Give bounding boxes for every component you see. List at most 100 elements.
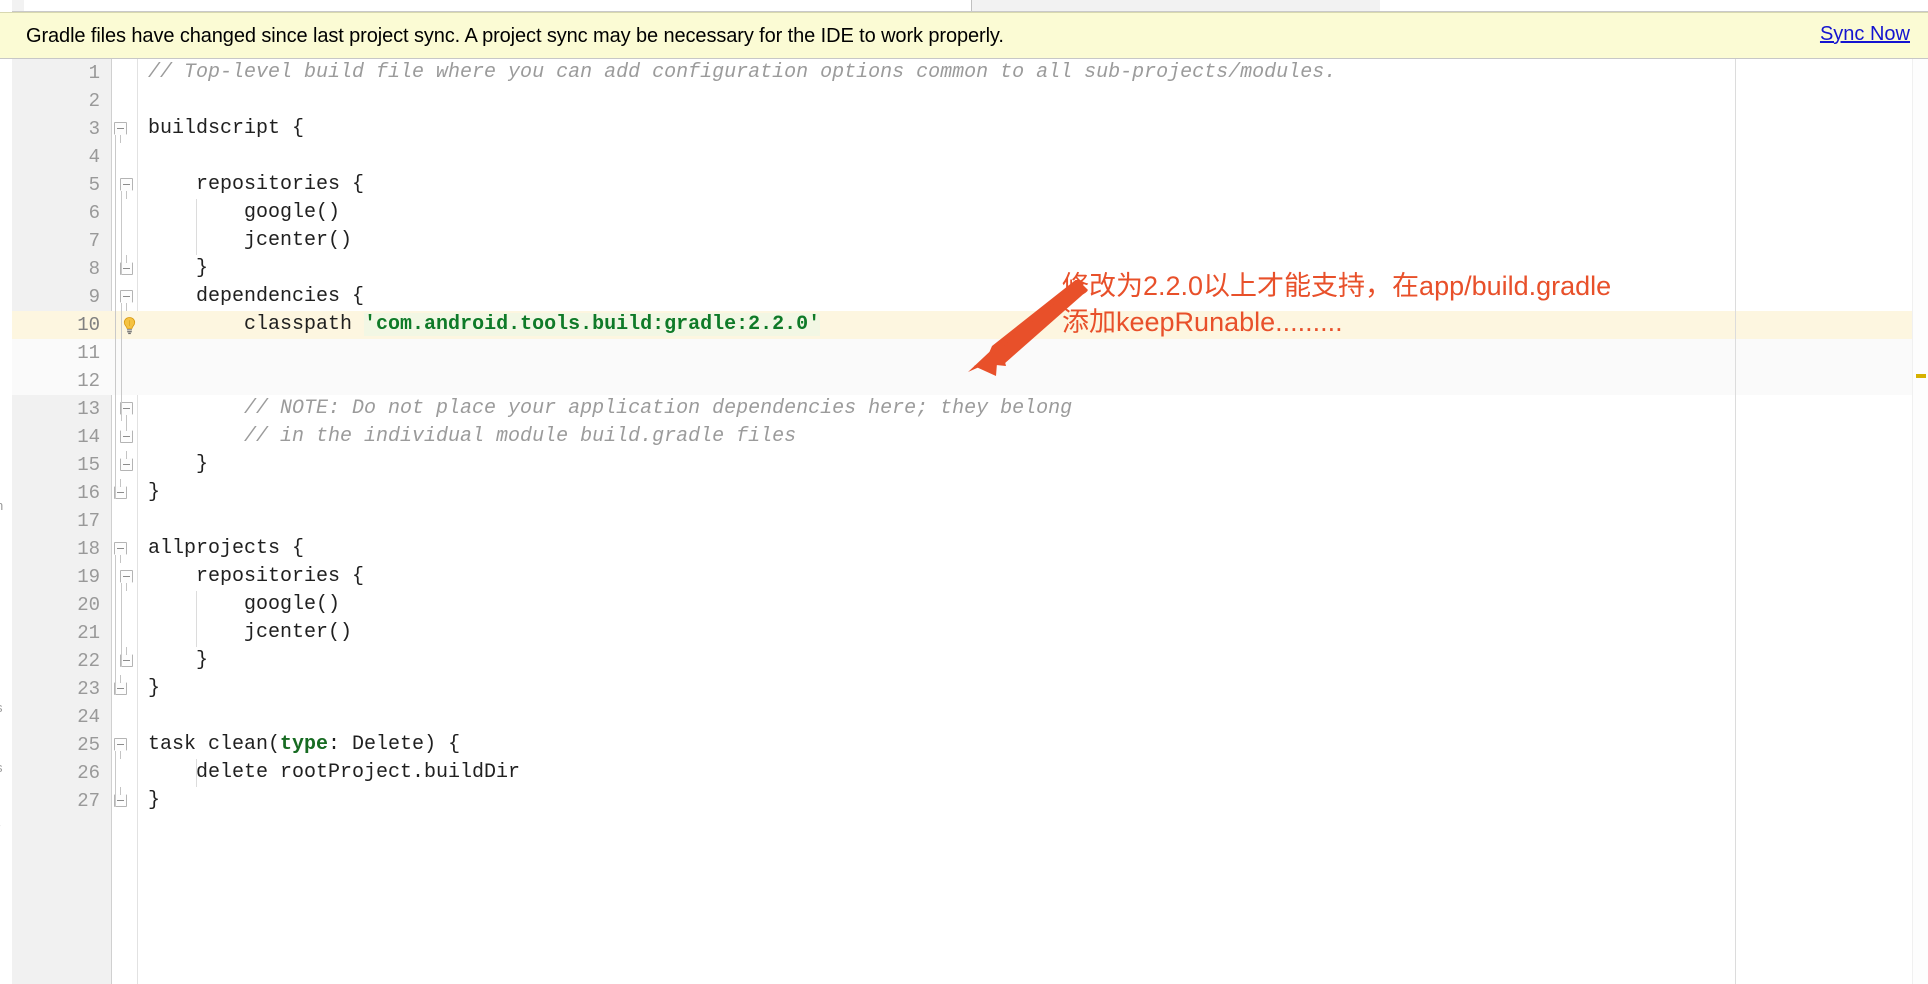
line-number: 25 <box>77 734 100 756</box>
plain-token: google() <box>148 593 341 616</box>
line-number: 12 <box>77 370 100 392</box>
code-editor[interactable]: 1 // Top-level build file where you can a… <box>0 59 1928 984</box>
code-line[interactable]: 18 allprojects { <box>0 535 1928 563</box>
sliver-text-fragment: s <box>0 760 3 775</box>
code-fold-marker[interactable] <box>114 738 127 759</box>
code-line[interactable]: 1 // Top-level build file where you can a… <box>0 59 1928 87</box>
code-line[interactable]: 17 <box>0 507 1928 535</box>
plain-token: jcenter() <box>148 621 353 644</box>
line-number: 2 <box>88 90 100 112</box>
code-line[interactable]: 14 // in the individual module build.gra… <box>0 423 1928 451</box>
fold-connector-bar <box>114 751 116 807</box>
line-number: 10 <box>77 314 100 336</box>
code-fold-marker[interactable] <box>114 787 127 807</box>
code-fold-marker[interactable] <box>120 402 133 423</box>
gradle-sync-notification-banner: Gradle files have changed since last pro… <box>0 12 1928 59</box>
code-line[interactable]: 2 <box>0 87 1928 115</box>
indent-guide <box>196 199 197 255</box>
plain-token: dependencies { <box>148 285 365 308</box>
code-line[interactable]: 25 task clean(type: Delete) { <box>0 731 1928 759</box>
code-fold-marker[interactable] <box>120 423 133 443</box>
line-number: 15 <box>77 454 100 476</box>
code-line[interactable]: 23} <box>0 675 1928 703</box>
code-text: dependencies { <box>148 283 364 311</box>
code-fold-marker[interactable] <box>120 647 133 667</box>
line-number: 3 <box>88 118 100 140</box>
editor-tab-strip <box>0 0 1928 12</box>
plain-token: : Delete) { <box>328 733 461 756</box>
plain-token: classpath <box>148 313 365 336</box>
keyword-token: type <box>280 733 329 756</box>
stripe-warning-marker[interactable] <box>1916 374 1926 378</box>
code-fold-marker[interactable] <box>120 255 133 275</box>
code-line[interactable]: 10 classpath 'com.android.tools.build:gr… <box>0 311 1928 339</box>
comment-text: // NOTE: Do not place your application d… <box>148 397 1073 420</box>
code-line[interactable]: 8 } <box>0 255 1928 283</box>
code-line[interactable]: 21 jcenter() <box>0 619 1928 647</box>
code-line[interactable]: 24 <box>0 703 1928 731</box>
code-fold-marker[interactable] <box>120 570 133 591</box>
code-fold-marker[interactable] <box>114 675 127 695</box>
code-line[interactable]: 15 } <box>0 451 1928 479</box>
code-line[interactable]: 27} <box>0 787 1928 815</box>
code-text: task clean(type: Delete) { <box>148 731 460 759</box>
plain-token: repositories { <box>148 173 365 196</box>
sync-now-link[interactable]: Sync Now <box>1820 23 1910 46</box>
code-fold-marker[interactable] <box>114 122 127 143</box>
plain-token: task clean( <box>148 733 281 756</box>
fold-connector-bar <box>114 555 116 695</box>
code-text: } <box>148 647 208 675</box>
line-number: 6 <box>88 202 100 224</box>
indent-guide <box>196 759 197 787</box>
code-text: } <box>148 255 208 283</box>
sliver-text-fragment: s <box>0 700 3 715</box>
code-lines-container[interactable]: 1 // Top-level build file where you can a… <box>0 59 1928 984</box>
code-fold-marker[interactable] <box>120 290 133 311</box>
code-line[interactable]: 4 <box>0 143 1928 171</box>
line-number: 13 <box>77 398 100 420</box>
code-line[interactable]: 26 delete rootProject.buildDir <box>0 759 1928 787</box>
code-line[interactable]: 19 repositories { <box>0 563 1928 591</box>
code-line[interactable]: 22 } <box>0 647 1928 675</box>
code-text: // Top-level build file where you can ad… <box>148 59 1336 87</box>
code-fold-marker[interactable] <box>120 451 133 471</box>
code-line[interactable]: 11 <box>0 339 1928 367</box>
indent-guide <box>196 591 197 647</box>
code-line[interactable]: 20 google() <box>0 591 1928 619</box>
error-stripe-scrollbar[interactable] <box>1912 59 1928 984</box>
string-literal: 'com.android.tools.build:gradle:2.2.0' <box>364 313 821 336</box>
code-line[interactable]: 16} <box>0 479 1928 507</box>
code-line[interactable]: 13 // NOTE: Do not place your applicatio… <box>0 395 1928 423</box>
code-line[interactable]: 6 google() <box>0 199 1928 227</box>
code-line[interactable]: 5 repositories { <box>0 171 1928 199</box>
code-text: classpath 'com.android.tools.build:gradl… <box>148 311 821 339</box>
tab-strip-segment-left <box>24 0 972 11</box>
code-text: } <box>148 675 160 703</box>
line-number: 23 <box>77 678 100 700</box>
android-studio-editor-window: Gradle files have changed since last pro… <box>0 0 1928 984</box>
code-fold-marker[interactable] <box>114 542 127 563</box>
line-number: 14 <box>77 426 100 448</box>
line-number: 21 <box>77 622 100 644</box>
code-line[interactable]: 7 jcenter() <box>0 227 1928 255</box>
line-number: 16 <box>77 482 100 504</box>
line-number: 5 <box>88 174 100 196</box>
line-number: 20 <box>77 594 100 616</box>
code-fold-marker[interactable] <box>120 178 133 199</box>
code-line[interactable]: 9 dependencies { <box>0 283 1928 311</box>
plain-token: google() <box>148 201 341 224</box>
code-fold-marker[interactable] <box>114 479 127 499</box>
code-text: google() <box>148 199 340 227</box>
code-text: } <box>148 451 208 479</box>
plain-token: } <box>148 453 209 476</box>
line-number: 11 <box>77 342 100 364</box>
comment-text: // Top-level build file where you can ad… <box>148 61 1337 84</box>
fold-connector-bar <box>120 583 122 667</box>
code-line[interactable]: 3 buildscript { <box>0 115 1928 143</box>
collapsed-left-panel-sliver[interactable]: n..ssr <box>0 0 12 984</box>
code-text: buildscript { <box>148 115 304 143</box>
plain-token: } <box>148 481 161 504</box>
lightbulb-icon[interactable] <box>120 316 139 335</box>
sliver-text-fragment: n <box>0 498 3 513</box>
code-line[interactable]: 12 <box>0 367 1928 395</box>
